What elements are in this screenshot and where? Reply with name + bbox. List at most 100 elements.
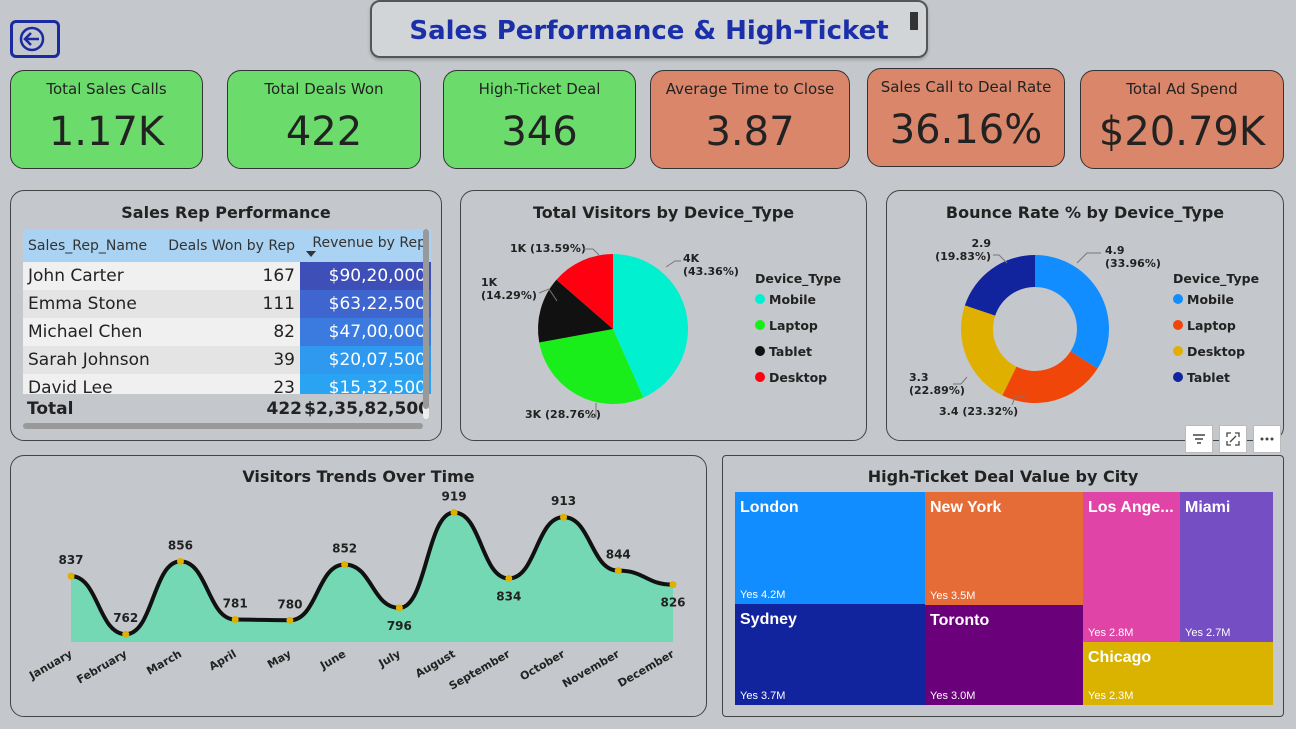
cell-name: Michael Chen bbox=[23, 318, 162, 346]
more-options-icon[interactable] bbox=[1253, 425, 1281, 453]
cell-revenue: $90,20,000 bbox=[300, 262, 431, 290]
kpi-card-total-deals-won: Total Deals Won 422 bbox=[227, 70, 421, 169]
treemap-tile-los-ange[interactable]: Los Ange... Yes 2.8M bbox=[1083, 492, 1180, 642]
table-row[interactable]: John Carter 167 $90,20,000 bbox=[23, 262, 431, 290]
filter-icon[interactable] bbox=[1185, 425, 1213, 453]
data-point bbox=[450, 509, 458, 517]
data-label: 826 bbox=[660, 596, 685, 610]
tile-label: Chicago bbox=[1088, 649, 1152, 666]
tile-label: Miami bbox=[1185, 499, 1231, 516]
slice-mobile bbox=[1035, 255, 1109, 369]
table-header: Sales_Rep_Name Deals Won by Rep Revenue … bbox=[23, 229, 431, 262]
data-point bbox=[560, 513, 568, 521]
legend-item: Tablet bbox=[769, 344, 812, 359]
vertical-scrollbar[interactable] bbox=[423, 229, 429, 419]
cell-name: David Lee bbox=[23, 374, 162, 394]
kpi-value: 3.87 bbox=[705, 109, 795, 155]
treemap-tile-chicago[interactable]: Chicago Yes 2.3M bbox=[1083, 642, 1273, 705]
data-label: 780 bbox=[277, 597, 302, 611]
legend-marker bbox=[1173, 320, 1183, 330]
bounce-rate-donut-chart: 4.9(33.96%) 3.4 (23.32%) 3.3(22.89%) 2.9(19… bbox=[909, 237, 1259, 418]
tile-value: Yes 2.7M bbox=[1185, 627, 1231, 639]
table-row[interactable]: David Lee 23 $15,32,500 bbox=[23, 374, 431, 394]
kpi-value: 1.17K bbox=[48, 109, 165, 155]
x-tick-label: November bbox=[560, 647, 622, 690]
data-label: 1K bbox=[481, 276, 498, 289]
kpi-value: 36.16% bbox=[889, 107, 1043, 153]
treemap-tile-toronto[interactable]: Toronto Yes 3.0M bbox=[925, 605, 1083, 705]
sort-desc-icon bbox=[306, 251, 316, 257]
data-label: 3.4 (23.32%) bbox=[939, 405, 1018, 418]
treemap-tile-sydney[interactable]: Sydney Yes 3.7M bbox=[735, 604, 925, 705]
page-title: Sales Performance & High-Ticket bbox=[409, 16, 889, 46]
cell-deals: 23 bbox=[162, 374, 300, 394]
visitors-trend-area-chart: 837 January 762 February 856 March 781 April 780… bbox=[26, 490, 685, 693]
tile-value: Yes 3.0M bbox=[930, 690, 976, 702]
column-header-revenue[interactable]: Revenue by Rep bbox=[300, 229, 431, 262]
visitors-trend-panel: Visitors Trends Over Time 837 January 762 F… bbox=[10, 455, 707, 717]
leader-line bbox=[953, 376, 968, 385]
tile-label: Sydney bbox=[740, 611, 797, 628]
scrollbar-thumb[interactable] bbox=[423, 229, 429, 409]
cell-revenue: $15,32,500 bbox=[300, 374, 431, 394]
cell-revenue: $20,07,500 bbox=[300, 346, 431, 374]
x-tick-label: September bbox=[447, 647, 513, 693]
cell-deals: 167 bbox=[162, 262, 300, 290]
tile-value: Yes 2.8M bbox=[1088, 627, 1134, 639]
leader-line bbox=[665, 260, 681, 268]
title-marker bbox=[910, 12, 918, 30]
treemap-tile-london[interactable]: London Yes 4.2M bbox=[735, 492, 925, 604]
data-label: 4.9 bbox=[1105, 244, 1125, 257]
x-tick-label: June bbox=[317, 647, 348, 672]
data-label: (19.83%) bbox=[935, 250, 991, 263]
cell-name: John Carter bbox=[23, 262, 162, 290]
kpi-card-sales-call-to-deal-rate: Sales Call to Deal Rate 36.16% bbox=[867, 68, 1065, 167]
data-label: 3.3 bbox=[909, 371, 929, 384]
horizontal-scrollbar[interactable] bbox=[23, 423, 423, 429]
legend-item: Tablet bbox=[1187, 370, 1230, 385]
column-header-name[interactable]: Sales_Rep_Name bbox=[23, 238, 162, 254]
legend-marker bbox=[1173, 372, 1183, 382]
table-total-row: Total 422 $2,35,82,500 bbox=[27, 399, 432, 419]
kpi-value: $20.79K bbox=[1098, 109, 1266, 155]
data-point bbox=[614, 567, 622, 575]
cell-deals: 82 bbox=[162, 318, 300, 346]
back-button[interactable] bbox=[10, 20, 60, 58]
x-tick-label: March bbox=[144, 647, 184, 677]
kpi-value: 346 bbox=[501, 109, 578, 155]
total-deals: 422 bbox=[266, 399, 303, 419]
data-point bbox=[122, 630, 130, 638]
cell-name: Emma Stone bbox=[23, 290, 162, 318]
sales-rep-table-viewport[interactable]: Sales_Rep_Name Deals Won by Rep Revenue … bbox=[23, 229, 431, 394]
x-tick-label: February bbox=[75, 647, 130, 686]
column-header-deals[interactable]: Deals Won by Rep bbox=[162, 238, 300, 254]
table-row[interactable]: Emma Stone 111 $63,22,500 bbox=[23, 290, 431, 318]
kpi-label: Total Ad Spend bbox=[1126, 80, 1238, 98]
tile-value: Yes 3.5M bbox=[930, 590, 976, 602]
data-point bbox=[505, 574, 513, 582]
data-label: 837 bbox=[58, 553, 83, 567]
data-label: (43.36%) bbox=[683, 265, 739, 278]
data-label: 4K bbox=[683, 252, 700, 265]
treemap-tile-new-york[interactable]: New York Yes 3.5M bbox=[925, 492, 1083, 605]
legend-marker bbox=[1173, 346, 1183, 356]
cell-name: Sarah Johnson bbox=[23, 346, 162, 374]
bounce-rate-panel: Bounce Rate % by Device_Type 4.9 (33.96%)… bbox=[886, 190, 1284, 441]
data-label: 834 bbox=[496, 589, 521, 603]
legend-item: Laptop bbox=[769, 318, 818, 333]
focus-mode-icon[interactable] bbox=[1219, 425, 1247, 453]
treemap-tile-miami[interactable]: Miami Yes 2.7M bbox=[1180, 492, 1273, 642]
sales-rep-title: Sales Rep Performance bbox=[121, 203, 331, 222]
table-row[interactable]: Sarah Johnson 39 $20,07,500 bbox=[23, 346, 431, 374]
legend-title: Device_Type bbox=[755, 271, 841, 287]
title-banner: Sales Performance & High-Ticket bbox=[370, 0, 928, 58]
x-tick-label: April bbox=[207, 647, 239, 673]
legend-marker bbox=[755, 320, 765, 330]
table-row[interactable]: Michael Chen 82 $47,00,000 bbox=[23, 318, 431, 346]
kpi-card-total-ad-spend: Total Ad Spend $20.79K bbox=[1080, 70, 1284, 169]
tile-label: Toronto bbox=[930, 612, 990, 629]
cell-revenue: $63,22,500 bbox=[300, 290, 431, 318]
x-tick-label: May bbox=[265, 647, 293, 671]
visitors-device-pie-chart: 4K(43.36%) 3K (28.76%) 1K(14.29%) 1K (13.59… bbox=[481, 242, 841, 421]
sales-rep-panel: Sales Rep Performance Sales_Rep_Name Dea… bbox=[10, 190, 442, 441]
